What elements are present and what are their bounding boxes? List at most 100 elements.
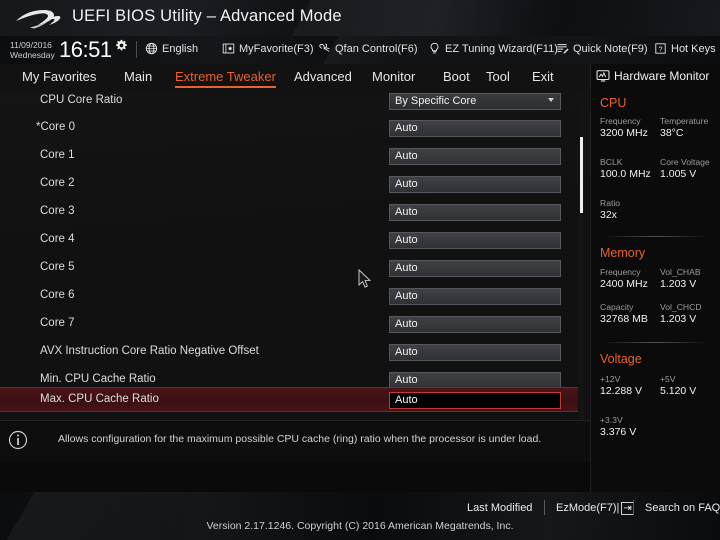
hw-key: Vol_CHAB	[660, 267, 701, 277]
hardware-monitor-title-label: Hardware Monitor	[614, 69, 710, 83]
help-bar: Allows configuration for the maximum pos…	[0, 420, 590, 462]
setting-value-field[interactable]: Auto	[389, 316, 561, 333]
setting-row-core-3[interactable]: Core 3 Auto	[0, 200, 578, 225]
tab-advanced[interactable]: Advanced	[294, 69, 352, 86]
setting-row-core-6[interactable]: Core 6 Auto	[0, 284, 578, 309]
hw-memory-vol-chcd: Vol_CHCD 1.203 V	[660, 302, 702, 326]
setting-value-field[interactable]: Auto	[389, 120, 561, 137]
hw-value: 5.120 V	[660, 385, 697, 397]
hw-cpu-temperature: Temperature 38°C	[660, 116, 708, 140]
setting-value-field-focused[interactable]: Auto	[389, 392, 561, 409]
setting-value-field[interactable]: Auto	[389, 260, 561, 277]
toolbar-item-language[interactable]: English	[145, 42, 198, 55]
bios-screen: UEFI BIOS Utility – Advanced Mode 11/09/…	[0, 0, 720, 540]
setting-value-field[interactable]: Auto	[389, 288, 561, 305]
hw-cpu-frequency: Frequency 3200 MHz	[600, 116, 648, 140]
setting-label: *Core 0	[36, 121, 75, 133]
question-icon: ?	[654, 42, 667, 55]
toolbar-item-myfavorite[interactable]: MyFavorite(F3)	[222, 42, 314, 55]
tab-monitor[interactable]: Monitor	[372, 69, 415, 86]
hw-memory-capacity: Capacity 32768 MB	[600, 302, 648, 326]
footer-divider	[544, 500, 545, 515]
hw-value: 1.203 V	[660, 313, 697, 325]
setting-row-core-5[interactable]: Core 5 Auto	[0, 256, 578, 281]
setting-value-dropdown[interactable]: By Specific Core	[389, 93, 561, 110]
setting-row-core-1[interactable]: Core 1 Auto	[0, 144, 578, 169]
help-text: Allows configuration for the maximum pos…	[58, 433, 542, 445]
gear-icon[interactable]	[115, 39, 128, 52]
clock-text: 16:51	[59, 37, 112, 62]
monitor-icon	[596, 70, 610, 82]
tab-boot[interactable]: Boot	[443, 69, 470, 86]
last-modified-button[interactable]: Last Modified	[467, 502, 532, 514]
setting-label: Core 4	[40, 233, 75, 245]
setting-label: Core 6	[40, 289, 75, 301]
title-bar: UEFI BIOS Utility – Advanced Mode	[0, 0, 720, 36]
footer-bar	[0, 492, 720, 540]
tab-main[interactable]: Main	[124, 69, 152, 86]
toolbar-item-label: EZ Tuning Wizard(F11)	[445, 42, 558, 55]
toolbar-divider	[136, 41, 137, 58]
version-text: Version 2.17.1246. Copyright (C) 2016 Am…	[206, 520, 514, 532]
tab-extreme-tweaker[interactable]: Extreme Tweaker	[175, 69, 276, 88]
hw-section-cpu-title: CPU	[600, 96, 627, 110]
hw-voltage-5v: +5V 5.120 V	[660, 374, 696, 398]
hw-value: 32x	[600, 209, 617, 221]
setting-row-core-0[interactable]: *Core 0 Auto	[0, 116, 578, 141]
hw-value: 3200 MHz	[600, 127, 648, 139]
setting-value-field[interactable]: Auto	[389, 204, 561, 221]
toolbar-item-label: Qfan Control(F6)	[335, 42, 418, 55]
setting-label: Min. CPU Cache Ratio	[40, 373, 156, 385]
star-book-icon	[222, 42, 235, 55]
hw-divider	[605, 236, 705, 237]
footer-divider	[633, 500, 634, 515]
page-title: UEFI BIOS Utility – Advanced Mode	[72, 7, 342, 25]
setting-value-field[interactable]: Auto	[389, 148, 561, 165]
setting-label: Core 2	[40, 177, 75, 189]
mouse-pointer-icon	[358, 269, 372, 288]
setting-value-field[interactable]: Auto	[389, 176, 561, 193]
hw-voltage-12v: +12V 12.288 V	[600, 374, 642, 398]
setting-row-core-7[interactable]: Core 7 Auto	[0, 312, 578, 337]
hardware-monitor-title: Hardware Monitor	[596, 69, 709, 83]
setting-value-field[interactable]: Auto	[389, 344, 561, 361]
hw-value: 100.0 MHz	[600, 168, 651, 180]
setting-value-field[interactable]: Auto	[389, 232, 561, 249]
hw-key: Vol_CHCD	[660, 302, 702, 312]
search-on-faq-button[interactable]: Search on FAQ	[645, 502, 720, 514]
hw-divider	[605, 342, 705, 343]
fan-icon	[318, 42, 331, 55]
hw-value: 38°C	[660, 127, 684, 139]
toolbar-item-hot-keys[interactable]: ? Hot Keys	[654, 42, 716, 55]
toolbar-item-ez-tuning-wizard[interactable]: EZ Tuning Wizard(F11)	[428, 42, 558, 55]
hw-key: Frequency	[600, 267, 641, 277]
tab-my-favorites[interactable]: My Favorites	[22, 69, 96, 86]
ezmode-button[interactable]: EzMode(F7)| ⇥	[556, 502, 634, 515]
hw-key: +12V	[600, 374, 621, 384]
tab-exit[interactable]: Exit	[532, 69, 554, 86]
hw-key: +3.3V	[600, 415, 623, 425]
main-nav-tabs: My Favorites Main Extreme Tweaker Advanc…	[0, 64, 590, 92]
chevron-down-icon[interactable]	[548, 98, 554, 102]
tab-tool[interactable]: Tool	[486, 69, 510, 86]
toolbar-item-label: Quick Note(F9)	[573, 42, 648, 55]
setting-row-cpu-core-ratio[interactable]: CPU Core Ratio By Specific Core	[0, 92, 578, 114]
toolbar-item-quick-note[interactable]: Quick Note(F9)	[556, 42, 648, 55]
exit-arrow-icon: ⇥	[621, 502, 634, 515]
setting-row-avx-offset[interactable]: AVX Instruction Core Ratio Negative Offs…	[0, 340, 578, 365]
setting-label: Core 7	[40, 317, 75, 329]
ezmode-label: EzMode(F7)|	[556, 502, 620, 514]
hw-voltage-3v3: +3.3V 3.376 V	[600, 415, 636, 439]
settings-list: CPU Core Ratio By Specific Core *Core 0 …	[0, 92, 590, 420]
scrollbar-thumb[interactable]	[580, 137, 583, 213]
hw-value: 2400 MHz	[600, 278, 648, 290]
setting-row-core-4[interactable]: Core 4 Auto	[0, 228, 578, 253]
setting-row-core-2[interactable]: Core 2 Auto	[0, 172, 578, 197]
toolbar-item-qfan-control[interactable]: Qfan Control(F6)	[318, 42, 418, 55]
hardware-monitor-panel: Hardware Monitor CPU Frequency 3200 MHz …	[590, 64, 720, 492]
setting-label: CPU Core Ratio	[40, 94, 123, 106]
svg-text:?: ?	[658, 44, 662, 53]
setting-row-max-cpu-cache-ratio[interactable]: Max. CPU Cache Ratio Auto	[0, 387, 578, 412]
hw-memory-frequency: Frequency 2400 MHz	[600, 267, 648, 291]
setting-label: Max. CPU Cache Ratio	[40, 393, 159, 405]
